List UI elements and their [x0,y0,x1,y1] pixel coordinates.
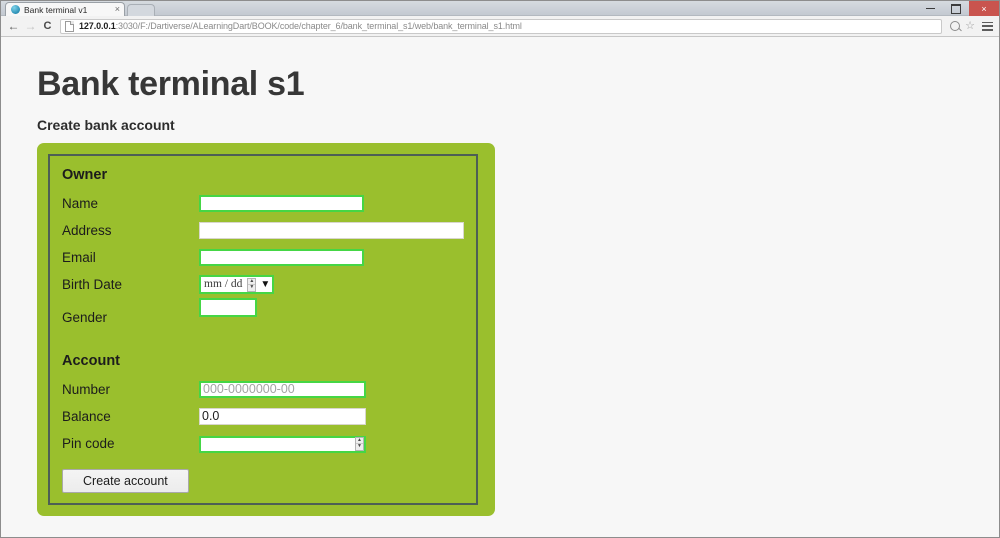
spinner-down-icon[interactable]: ▼ [356,444,363,450]
spinner-down-icon[interactable]: ▼ [248,285,255,291]
field-row-gender: Gender [62,298,464,338]
url-path: :3030/F:/Dartiverse/ALearningDart/BOOK/c… [115,20,522,31]
pin-code-input[interactable] [199,435,366,453]
close-icon[interactable]: × [115,5,120,14]
email-input[interactable] [199,249,364,266]
section-title: Create bank account [37,117,175,133]
browser-toolbar: ← → C 127.0.0.1:3030/F:/Dartiverse/ALear… [1,16,999,37]
create-account-button[interactable]: Create account [62,469,189,493]
close-icon[interactable]: × [969,1,999,16]
tab-strip: Bank terminal v1 × [5,1,155,16]
page-viewport: Bank terminal s1 Create bank account Own… [1,37,999,537]
calendar-dropdown-icon[interactable]: ▼ [260,279,270,290]
label-email: Email [62,250,96,265]
balance-input[interactable] [199,408,366,425]
window-controls: × [917,1,999,16]
tab-title: Bank terminal v1 [24,4,88,15]
form-actions: Create account [62,469,464,493]
omnibox-actions: ☆ [945,21,995,32]
label-address: Address [62,223,112,238]
field-row-pin-code: Pin code ▲ ▼ [62,430,464,457]
back-icon[interactable]: ← [5,18,22,35]
form-panel: Owner Name Address Email Birth Date mm /… [37,143,495,516]
label-gender: Gender [62,310,108,325]
maximize-icon[interactable] [943,1,969,16]
field-row-address: Address [62,217,464,244]
field-row-email: Email [62,244,464,271]
pin-code-spinner[interactable]: ▲ ▼ [355,436,364,451]
new-tab-button[interactable] [127,4,155,16]
hamburger-menu-icon[interactable] [982,21,993,31]
birth-date-input[interactable]: mm / dd ▲ ▼ ▼ [199,275,275,294]
address-bar[interactable]: 127.0.0.1:3030/F:/Dartiverse/ALearningDa… [60,18,943,34]
page-content: Bank terminal s1 Create bank account Own… [1,37,999,516]
field-row-name: Name [62,190,464,217]
minimize-icon[interactable] [917,1,943,16]
label-birth-date: Birth Date [62,277,123,292]
page-title: Bank terminal s1 [37,65,305,103]
name-input[interactable] [199,195,364,212]
label-name: Name [62,196,99,211]
field-row-number: Number [62,376,464,403]
field-row-balance: Balance [62,403,464,430]
date-spinner[interactable]: ▲ ▼ [247,277,257,292]
birth-date-value: mm / dd [204,278,243,290]
label-pin-code: Pin code [62,436,115,451]
reload-icon[interactable]: C [39,18,56,35]
field-row-birth-date: Birth Date mm / dd ▲ ▼ ▼ [62,271,464,298]
gender-select[interactable] [199,298,257,317]
label-number: Number [62,382,111,397]
group-heading-account: Account [62,353,120,369]
address-input[interactable] [199,222,464,239]
account-number-input[interactable] [199,381,366,398]
globe-icon [11,5,20,14]
forward-icon[interactable]: → [22,18,39,35]
group-heading-owner: Owner [62,167,108,183]
browser-window: Bank terminal v1 × × ← → C 127.0.0.1:303… [0,0,1000,538]
label-balance: Balance [62,409,111,424]
page-info-icon [65,20,74,32]
url-host: 127.0.0.1 [79,20,116,31]
bookmark-star-icon[interactable]: ☆ [965,21,975,32]
address-bar-url: 127.0.0.1:3030/F:/Dartiverse/ALearningDa… [79,21,522,32]
create-account-form: Owner Name Address Email Birth Date mm /… [48,154,478,505]
browser-titlebar: Bank terminal v1 × × [1,1,999,16]
magnifier-icon[interactable] [950,21,961,31]
pin-code-wrapper: ▲ ▼ [199,435,366,453]
browser-tab[interactable]: Bank terminal v1 × [5,2,125,16]
